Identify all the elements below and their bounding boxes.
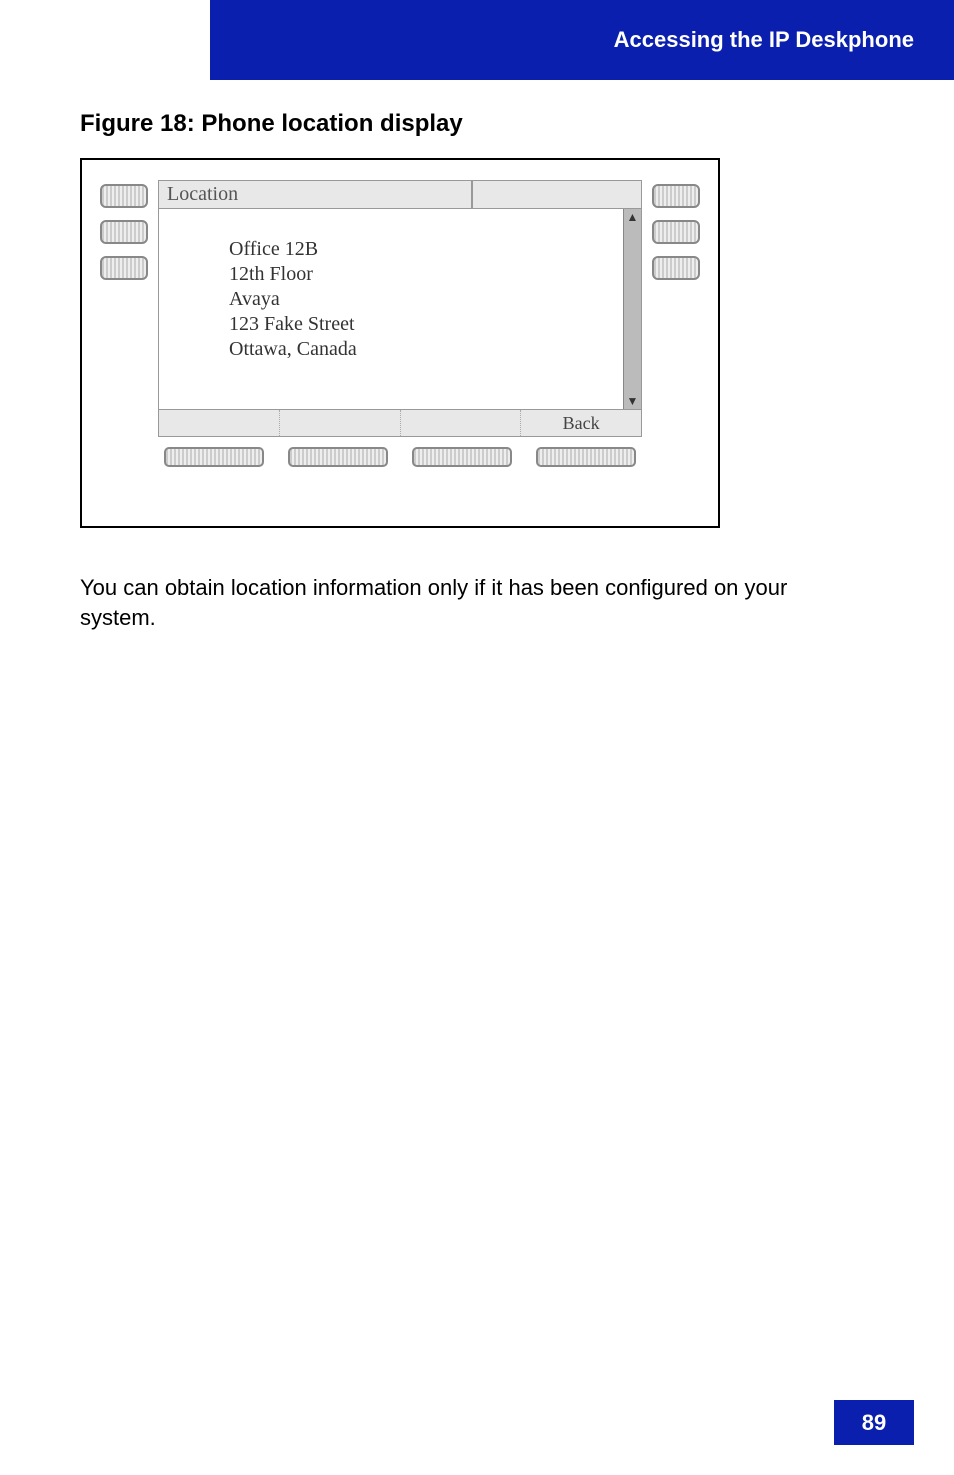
side-key [100, 184, 148, 208]
location-line: Ottawa, Canada [229, 337, 623, 362]
bottom-key [288, 447, 388, 467]
phone-screen: Location Office 12B 12th Floor Avaya 123… [158, 180, 642, 467]
softkey-4-back: Back [521, 410, 641, 436]
softkey-2 [280, 410, 401, 436]
figure-caption: Figure 18: Phone location display [80, 110, 880, 138]
body-paragraph: You can obtain location information only… [80, 573, 840, 632]
left-side-keys [100, 180, 148, 280]
softkey-3 [401, 410, 522, 436]
softkey-1 [159, 410, 280, 436]
header-bar: Accessing the IP Deskphone [210, 0, 954, 80]
figure-box: Location Office 12B 12th Floor Avaya 123… [80, 158, 720, 528]
location-line: Avaya [229, 287, 623, 312]
page-number: 89 [834, 1400, 914, 1445]
screen-title: Location [158, 180, 472, 209]
screen-body: Office 12B 12th Floor Avaya 123 Fake Str… [159, 209, 623, 409]
side-key [652, 184, 700, 208]
scroll-down-icon: ▼ [627, 395, 639, 407]
side-key [100, 256, 148, 280]
screen-title-blank [472, 180, 642, 209]
side-key [100, 220, 148, 244]
scrollbar: ▲ ▼ [623, 209, 641, 409]
side-key [652, 220, 700, 244]
right-side-keys [652, 180, 700, 280]
bottom-key [164, 447, 264, 467]
bottom-key [412, 447, 512, 467]
location-line: Office 12B [229, 237, 623, 262]
bottom-key [536, 447, 636, 467]
side-key [652, 256, 700, 280]
page-content: Figure 18: Phone location display Locati… [80, 110, 880, 632]
location-line: 123 Fake Street [229, 312, 623, 337]
header-title: Accessing the IP Deskphone [614, 27, 914, 53]
bottom-keys [158, 447, 642, 467]
location-line: 12th Floor [229, 262, 623, 287]
phone-layout: Location Office 12B 12th Floor Avaya 123… [100, 180, 700, 467]
scroll-up-icon: ▲ [627, 211, 639, 223]
softkey-row: Back [158, 409, 642, 437]
